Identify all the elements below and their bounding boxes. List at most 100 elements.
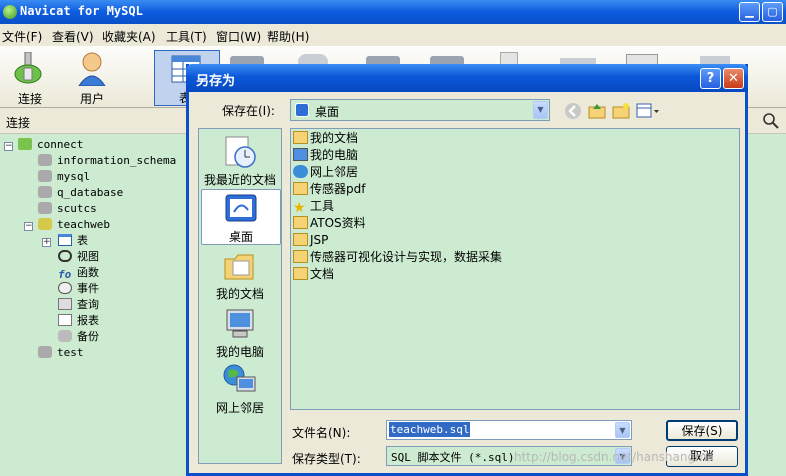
backup-icon (58, 330, 72, 342)
view-menu-icon[interactable] (636, 102, 660, 120)
save-in-label: 保存在(I): (222, 104, 275, 118)
folder-icon (293, 182, 308, 195)
db-label: scutcs (57, 202, 97, 215)
report-icon (58, 314, 72, 326)
place-desktop[interactable]: 桌面 (201, 189, 281, 245)
minimize-button[interactable]: ▁ (739, 2, 760, 22)
user-icon (78, 52, 106, 86)
tree-item-functions[interactable]: fo 函数 (58, 265, 99, 281)
file-item-folder[interactable]: 文档 (293, 266, 334, 283)
app-icon (3, 5, 17, 19)
menu-help[interactable]: 帮助(H) (267, 28, 309, 45)
dialog-title: 另存为 (196, 74, 236, 89)
help-button[interactable]: ? (700, 68, 721, 89)
file-item-folder[interactable]: ATOS资料 (293, 215, 366, 232)
connection-header-label: 连接 (6, 116, 31, 130)
app-title: Navicat for MySQL (20, 4, 143, 18)
db-label: mysql (57, 170, 91, 183)
maximize-button[interactable]: ▢ (762, 2, 783, 22)
query-icon (58, 298, 72, 310)
collapse-icon[interactable]: − (24, 222, 33, 231)
tree-item-reports[interactable]: 报表 (58, 313, 99, 329)
file-list: 我的文档 我的电脑 网上邻居 传感器pdf ★ 工具 ATOS资料 JSP 传感器… (290, 128, 740, 410)
tree-item-label: 报表 (77, 314, 99, 327)
chevron-down-icon[interactable]: ▼ (533, 101, 548, 119)
event-icon (58, 282, 72, 294)
filename-input[interactable]: teachweb.sql (389, 422, 471, 437)
file-item-folder[interactable]: 传感器可视化设计与实现，数据采集 (293, 249, 502, 266)
menu-window[interactable]: 窗口(W) (216, 28, 261, 45)
new-folder-icon[interactable] (612, 102, 630, 120)
menu-file[interactable]: 文件(F) (2, 28, 42, 45)
database-icon (38, 170, 52, 182)
menu-favorites[interactable]: 收藏夹(A) (102, 28, 156, 45)
collapse-icon[interactable]: − (4, 142, 13, 151)
up-folder-icon[interactable] (588, 102, 606, 120)
file-item-tools[interactable]: ★ 工具 (293, 198, 334, 215)
tree-item-events[interactable]: 事件 (58, 281, 99, 297)
tree-item-backups[interactable]: 备份 (58, 329, 99, 345)
tree-db-q_database[interactable]: q_database (38, 185, 123, 201)
database-open-icon (38, 218, 52, 230)
user-tool-button[interactable]: 用户 (62, 46, 122, 106)
file-label: JSP (310, 233, 329, 247)
search-icon[interactable] (763, 113, 779, 129)
place-recent-documents[interactable]: 我最近的文档 (199, 133, 281, 189)
filename-label: 文件名(N): (292, 426, 351, 440)
tree-item-tables[interactable]: 表 (58, 233, 88, 249)
tree-connection[interactable]: connect (18, 137, 83, 153)
network-icon (293, 165, 308, 178)
connect-label: 连接 (17, 92, 42, 106)
recent-documents-icon (225, 136, 256, 168)
places-bar: 我最近的文档 桌面 我的文档 我的电脑 网上邻居 (198, 128, 282, 464)
menu-tools[interactable]: 工具(T) (166, 28, 207, 45)
file-label: 传感器可视化设计与实现，数据采集 (310, 250, 503, 264)
close-button[interactable]: ✕ (723, 68, 744, 89)
tree-db-scutcs[interactable]: scutcs (38, 201, 97, 217)
view-icon (58, 250, 72, 262)
database-icon (38, 346, 52, 358)
tree-db-test[interactable]: test (38, 345, 84, 361)
table-icon (58, 234, 72, 246)
menu-view[interactable]: 查看(V) (52, 28, 94, 45)
connect-tool-button[interactable]: 连接 (0, 46, 60, 106)
tree-db-mysql[interactable]: mysql (38, 169, 90, 185)
file-item-my-documents[interactable]: 我的文档 (293, 130, 358, 147)
file-label: 网上邻居 (310, 165, 359, 179)
place-network[interactable]: 网上邻居 (199, 361, 281, 417)
file-item-my-computer[interactable]: 我的电脑 (293, 147, 358, 164)
desktop-icon (295, 103, 309, 117)
star-icon: ★ (293, 200, 306, 216)
tree-item-queries[interactable]: 查询 (58, 297, 99, 313)
my-documents-icon (293, 131, 308, 144)
db-label: test (57, 346, 84, 359)
file-item-network[interactable]: 网上邻居 (293, 164, 358, 181)
db-label: q_database (57, 186, 124, 199)
expand-icon[interactable]: + (42, 238, 51, 247)
file-item-folder[interactable]: 传感器pdf (293, 181, 365, 198)
place-label: 桌面 (228, 230, 253, 244)
place-label: 我最近的文档 (203, 173, 276, 187)
file-label: 工具 (310, 199, 335, 213)
connection-tree: − connect information_schema mysql q_dat… (0, 134, 188, 476)
back-icon[interactable] (564, 102, 582, 120)
place-my-computer[interactable]: 我的电脑 (199, 305, 281, 361)
save-in-dropdown[interactable]: 桌面 ▼ (290, 99, 550, 121)
place-label: 我的电脑 (215, 345, 264, 359)
tree-db-teachweb[interactable]: teachweb (38, 217, 110, 233)
folder-shortcut-icon (293, 250, 308, 263)
tree-db-information_schema[interactable]: information_schema (38, 153, 176, 169)
tree-item-label: 表 (77, 234, 88, 247)
chevron-down-icon[interactable]: ▼ (615, 422, 630, 438)
file-item-folder[interactable]: JSP (293, 232, 328, 249)
tree-item-label: 视图 (77, 250, 99, 263)
save-button[interactable]: 保存(S) (666, 420, 738, 441)
my-computer-icon (226, 309, 254, 338)
network-icon (223, 364, 256, 392)
filename-combo[interactable]: teachweb.sql ▼ (386, 420, 632, 440)
dialog-title-bar: 另存为 ? ✕ (186, 64, 748, 92)
place-my-documents[interactable]: 我的文档 (199, 247, 281, 303)
tree-item-views[interactable]: 视图 (58, 249, 99, 265)
file-label: 我的文档 (310, 131, 359, 145)
title-bar: Navicat for MySQL ▁ ▢ (0, 0, 786, 24)
